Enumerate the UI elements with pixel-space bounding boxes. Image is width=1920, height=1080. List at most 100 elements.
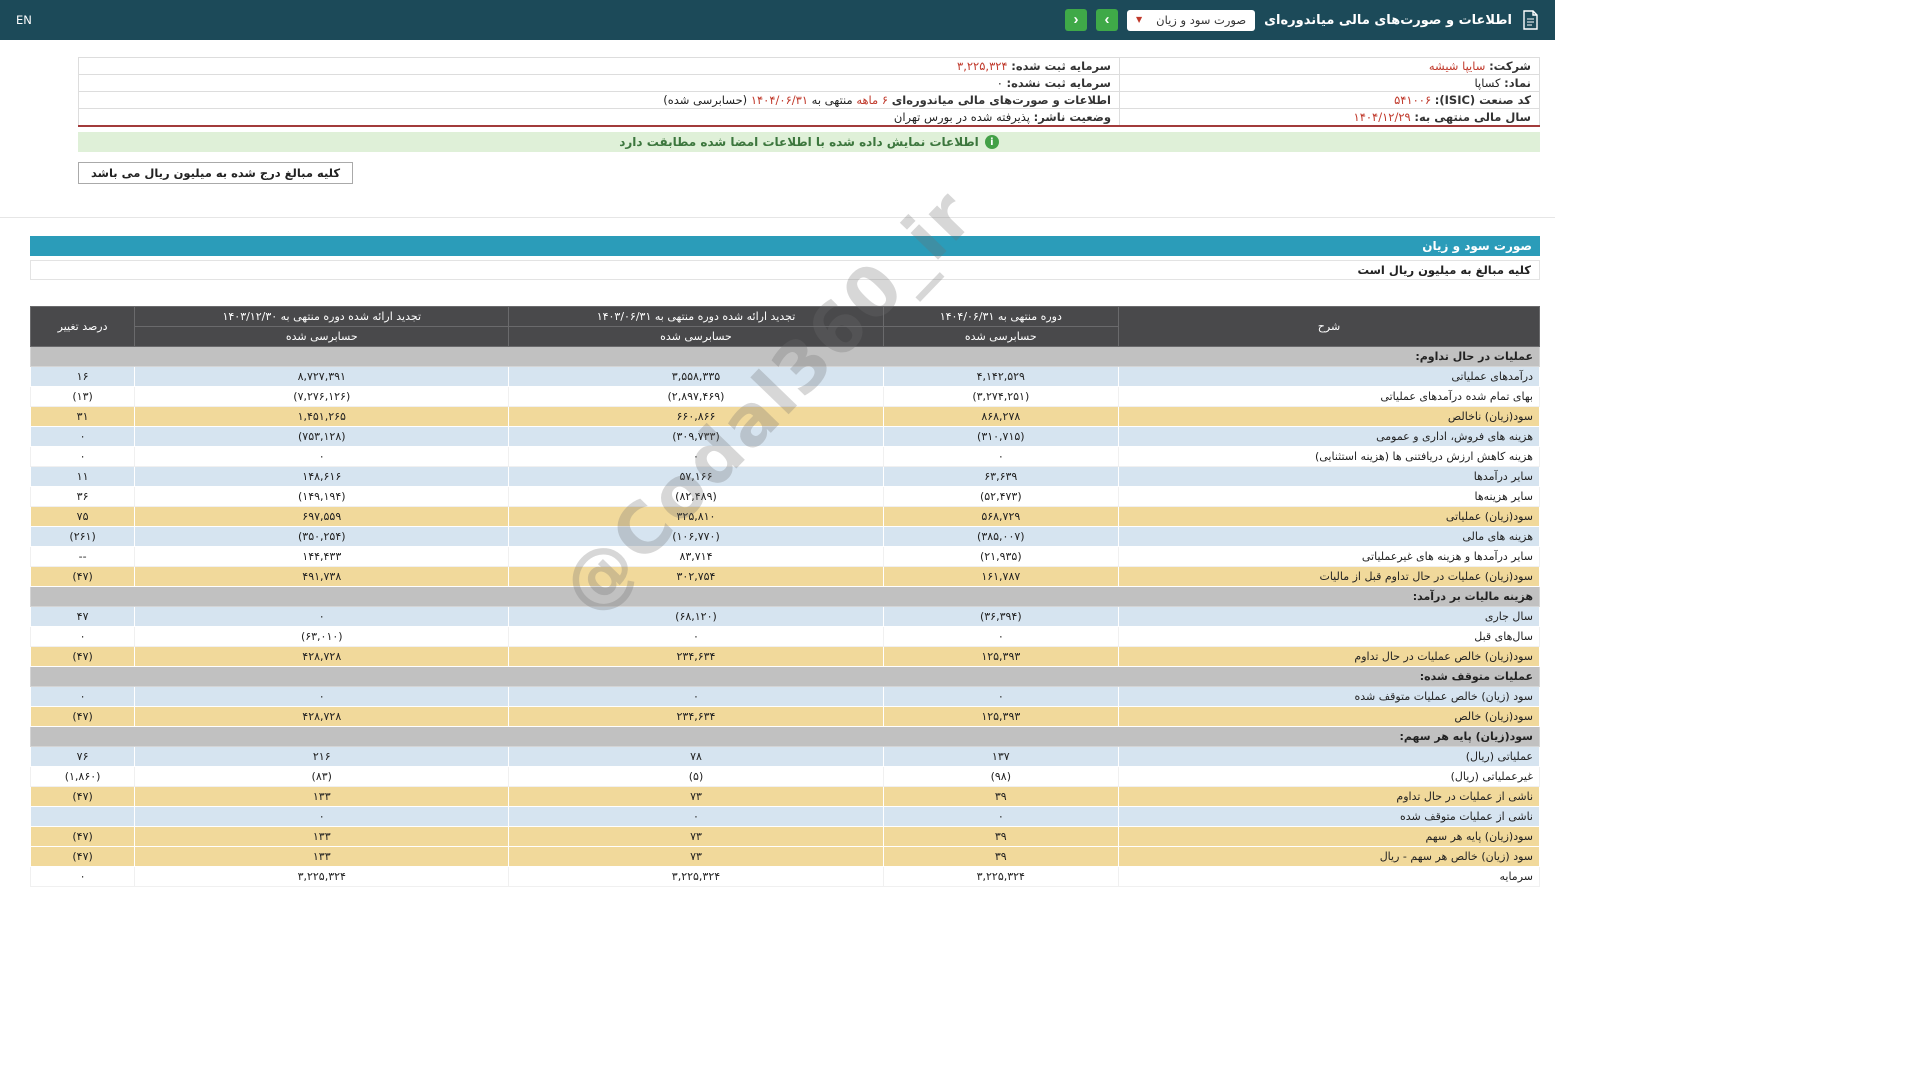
row-change: (۴۷): [31, 567, 135, 587]
row-value: ۴,۱۴۲,۵۲۹: [883, 367, 1118, 387]
section-label: عملیات متوقف شده:: [31, 667, 1540, 687]
signature-match-text: اطلاعات نمایش داده شده با اطلاعات امضا ش…: [619, 135, 979, 149]
table-row: ناشی از عملیات در حال تداوم ۳۹ ۷۳ ۱۳۳ (۴…: [31, 787, 1540, 807]
row-value: ۳۹: [883, 787, 1118, 807]
row-value: ۰: [883, 687, 1118, 707]
symbol-label: نماد:: [1504, 76, 1531, 90]
row-change: (۴۷): [31, 847, 135, 867]
row-label: سود(زیان) عملیاتی: [1118, 507, 1539, 527]
row-value: (۱۰۶,۷۷۰): [509, 527, 883, 547]
row-value: ۴۲۸,۷۲۸: [135, 707, 509, 727]
nav-forward-button[interactable]: ›: [1096, 9, 1118, 31]
row-change: ۱۱: [31, 467, 135, 487]
report-document-icon: [1521, 10, 1539, 30]
row-change: ۰: [31, 867, 135, 887]
table-row: سایر هزینه‌ها (۵۲,۴۷۳) (۸۲,۴۸۹) (۱۴۹,۱۹۴…: [31, 487, 1540, 507]
isic-value: ۵۴۱۰۰۶: [1394, 93, 1431, 107]
table-row: بهای تمام شده درآمدهای عملیاتی (۳,۲۷۴,۲۵…: [31, 387, 1540, 407]
table-row: سود(زیان) عملیاتی ۵۶۸,۷۲۹ ۳۲۵,۸۱۰ ۶۹۷,۵۵…: [31, 507, 1540, 527]
row-value: ۱۴۴,۴۳۳: [135, 547, 509, 567]
row-value: ۲۳۴,۶۳۴: [509, 707, 883, 727]
row-value: ۱۳۳: [135, 847, 509, 867]
row-label: ناشی از عملیات در حال تداوم: [1118, 787, 1539, 807]
row-value: (۳۶,۳۹۴): [883, 607, 1118, 627]
row-value: (۶۳,۰۱۰): [135, 627, 509, 647]
period-length: ۶ ماهه: [856, 93, 888, 107]
row-label: عملیاتی (ریال): [1118, 747, 1539, 767]
row-value: (۳۵۰,۲۵۴): [135, 527, 509, 547]
row-label: سایر درآمدها: [1118, 467, 1539, 487]
row-value: ۷۳: [509, 827, 883, 847]
row-value: ۰: [883, 807, 1118, 827]
row-value: ۵۷,۱۶۶: [509, 467, 883, 487]
row-value: ۱,۴۵۱,۲۶۵: [135, 407, 509, 427]
row-value: (۷۵۳,۱۲۸): [135, 427, 509, 447]
row-change: ۷۵: [31, 507, 135, 527]
row-value: ۶۶۰,۸۶۶: [509, 407, 883, 427]
topbar-main: اطلاعات و صورت‌های مالی میاندوره‌ای صورت…: [1065, 9, 1539, 31]
row-change: (۲۶۱): [31, 527, 135, 547]
col-header-period-3: تجدید ارائه شده دوره منتهی به ۱۴۰۳/۱۲/۳۰: [135, 307, 509, 327]
row-value: ۳۰۲,۷۵۴: [509, 567, 883, 587]
col-header-change: درصد تغییر: [31, 307, 135, 347]
row-value: ۳,۲۲۵,۳۲۴: [883, 867, 1118, 887]
row-value: ۶۳,۶۳۹: [883, 467, 1118, 487]
row-value: ۳,۵۵۸,۳۳۵: [509, 367, 883, 387]
row-value: ۴۹۱,۷۳۸: [135, 567, 509, 587]
row-label: غیرعملیاتی (ریال): [1118, 767, 1539, 787]
row-change: (۱,۸۶۰): [31, 767, 135, 787]
row-value: (۵۲,۴۷۳): [883, 487, 1118, 507]
table-section-row: سود(زیان) پایه هر سهم:: [31, 727, 1540, 747]
row-value: ۸۳,۷۱۴: [509, 547, 883, 567]
row-value: ۳,۲۲۵,۳۲۴: [135, 867, 509, 887]
row-change: ۰: [31, 687, 135, 707]
chevron-down-icon: ▼: [1136, 16, 1142, 24]
row-change: [31, 807, 135, 827]
language-toggle[interactable]: EN: [16, 13, 32, 27]
table-row: سود(زیان) ناخالص ۸۶۸,۲۷۸ ۶۶۰,۸۶۶ ۱,۴۵۱,۲…: [31, 407, 1540, 427]
company-name-link[interactable]: سایپا شیشه: [1429, 59, 1486, 73]
row-change: --: [31, 547, 135, 567]
row-change: ۰: [31, 427, 135, 447]
table-row: سود (زیان) خالص عملیات متوقف شده ۰ ۰ ۰ ۰: [31, 687, 1540, 707]
row-value: ۷۳: [509, 787, 883, 807]
nav-back-button[interactable]: ‹: [1065, 9, 1087, 31]
row-value: ۰: [509, 627, 883, 647]
table-section-row: عملیات متوقف شده:: [31, 667, 1540, 687]
row-change: ۴۷: [31, 607, 135, 627]
table-header-row: شرح دوره منتهی به ۱۴۰۴/۰۶/۳۱ تجدید ارائه…: [31, 307, 1540, 327]
row-label: سود (زیان) خالص هر سهم - ریال: [1118, 847, 1539, 867]
row-value: ۳۹: [883, 827, 1118, 847]
col-header-period-1: دوره منتهی به ۱۴۰۴/۰۶/۳۱: [883, 307, 1118, 327]
report-type-select[interactable]: صورت سود و زیان ▼: [1127, 10, 1255, 31]
row-value: (۱۴۹,۱۹۴): [135, 487, 509, 507]
isic-label: کد صنعت (ISIC):: [1435, 93, 1531, 107]
table-row: سال جاری (۳۶,۳۹۴) (۶۸,۱۲۰) ۰ ۴۷: [31, 607, 1540, 627]
publisher-status-value: پذیرفته شده در بورس تهران: [894, 110, 1030, 124]
row-value: (۷,۲۷۶,۱۲۶): [135, 387, 509, 407]
registered-capital-value: ۳,۲۲۵,۳۲۴: [957, 59, 1008, 73]
info-row: سال مالی منتهی به: ۱۴۰۴/۱۲/۲۹ وضعیت ناشر…: [79, 109, 1540, 127]
table-row: سود(زیان) خالص ۱۲۵,۳۹۳ ۲۳۴,۶۳۴ ۴۲۸,۷۲۸ (…: [31, 707, 1540, 727]
row-value: ۳۹: [883, 847, 1118, 867]
row-value: (۶۸,۱۲۰): [509, 607, 883, 627]
row-value: ۱۲۵,۳۹۳: [883, 647, 1118, 667]
row-change: ۳۶: [31, 487, 135, 507]
row-label: سود(زیان) خالص: [1118, 707, 1539, 727]
row-value: ۱۳۳: [135, 787, 509, 807]
statement-rows: عملیات در حال تداوم: درآمدهای عملیاتی ۴,…: [31, 347, 1540, 887]
col-header-desc: شرح: [1118, 307, 1539, 347]
audited-label: حسابرسی شده: [883, 327, 1118, 347]
row-label: سود(زیان) عملیات در حال تداوم قبل از مال…: [1118, 567, 1539, 587]
audited-label: حسابرسی شده: [135, 327, 509, 347]
table-section-row: عملیات در حال تداوم:: [31, 347, 1540, 367]
registered-capital-cell: سرمایه ثبت شده: ۳,۲۲۵,۳۲۴: [79, 58, 1120, 75]
statement-section: صورت سود و زیان کلیه مبالغ به میلیون ریا…: [30, 236, 1540, 887]
row-label: بهای تمام شده درآمدهای عملیاتی: [1118, 387, 1539, 407]
row-value: ۳,۲۲۵,۳۲۴: [509, 867, 883, 887]
publisher-status-cell: وضعیت ناشر: پذیرفته شده در بورس تهران: [79, 109, 1120, 127]
row-label: سایر هزینه‌ها: [1118, 487, 1539, 507]
row-value: ۰: [509, 447, 883, 467]
section-label: هزینه مالیات بر درآمد:: [31, 587, 1540, 607]
fiscal-year-cell: سال مالی منتهی به: ۱۴۰۴/۱۲/۲۹: [1120, 109, 1540, 127]
